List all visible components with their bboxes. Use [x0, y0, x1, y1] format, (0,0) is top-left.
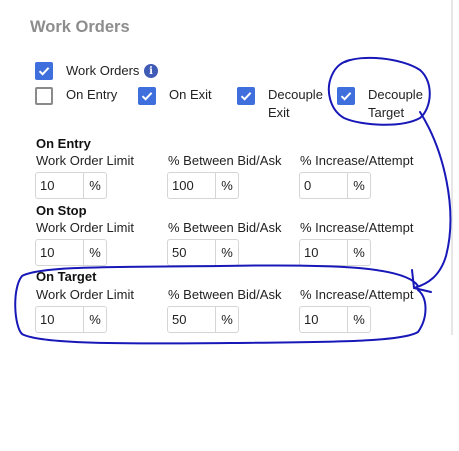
section-title: Work Orders — [30, 18, 130, 36]
on-entry-checkbox[interactable] — [35, 87, 53, 105]
field-value[interactable]: 100 — [168, 173, 215, 198]
decouple-exit-label: Decouple Exit — [268, 87, 323, 120]
info-icon[interactable]: i — [144, 64, 158, 78]
on-entry-limit-field[interactable]: 10 % — [35, 172, 107, 199]
field-value[interactable]: 10 — [300, 240, 347, 265]
on-target-between-field[interactable]: 50 % — [167, 306, 239, 333]
percent-unit: % — [347, 173, 370, 198]
checkmark-icon — [141, 92, 153, 101]
work-order-limit-label: Work Order Limit — [36, 220, 134, 235]
on-target-section-title: On Target — [36, 269, 97, 284]
connector-arrow-line — [413, 111, 452, 289]
between-bid-ask-label: % Between Bid/Ask — [168, 153, 282, 168]
arrow-head — [411, 269, 432, 293]
on-entry-between-field[interactable]: 100 % — [167, 172, 239, 199]
on-entry-increase-field[interactable]: 0 % — [299, 172, 371, 199]
increase-attempt-label: % Increase/Attempt — [300, 220, 414, 235]
on-stop-section-title: On Stop — [36, 203, 87, 218]
percent-unit: % — [347, 240, 370, 265]
on-entry-section-title: On Entry — [36, 136, 91, 151]
on-target-limit-field[interactable]: 10 % — [35, 306, 107, 333]
checkmark-icon — [38, 67, 50, 76]
on-stop-limit-field[interactable]: 10 % — [35, 239, 107, 266]
on-target-increase-field[interactable]: 10 % — [299, 306, 371, 333]
percent-unit: % — [347, 307, 370, 332]
on-stop-increase-field[interactable]: 10 % — [299, 239, 371, 266]
field-value[interactable]: 50 — [168, 240, 215, 265]
between-bid-ask-label: % Between Bid/Ask — [168, 287, 282, 302]
percent-unit: % — [215, 307, 238, 332]
percent-unit: % — [83, 173, 106, 198]
decouple-target-label: Decouple Target — [368, 87, 423, 120]
field-value[interactable]: 10 — [36, 173, 83, 198]
field-value[interactable]: 10 — [36, 240, 83, 265]
field-value[interactable]: 10 — [300, 307, 347, 332]
percent-unit: % — [215, 240, 238, 265]
on-exit-checkbox[interactable] — [138, 87, 156, 105]
between-bid-ask-label: % Between Bid/Ask — [168, 220, 282, 235]
decouple-exit-checkbox[interactable] — [237, 87, 255, 105]
work-order-limit-label: Work Order Limit — [36, 153, 134, 168]
increase-attempt-label: % Increase/Attempt — [300, 153, 414, 168]
on-stop-between-field[interactable]: 50 % — [167, 239, 239, 266]
increase-attempt-label: % Increase/Attempt — [300, 287, 414, 302]
on-entry-label: On Entry — [66, 87, 118, 102]
field-value[interactable]: 50 — [168, 307, 215, 332]
checkmark-icon — [240, 92, 252, 101]
panel-divider — [451, 0, 453, 335]
checkmark-icon — [340, 92, 352, 101]
field-value[interactable]: 0 — [300, 173, 347, 198]
percent-unit: % — [83, 240, 106, 265]
decouple-target-checkbox[interactable] — [337, 87, 355, 105]
field-value[interactable]: 10 — [36, 307, 83, 332]
work-order-limit-label: Work Order Limit — [36, 287, 134, 302]
percent-unit: % — [215, 173, 238, 198]
work-orders-label: Work Orders — [66, 63, 140, 78]
work-orders-checkbox[interactable] — [35, 62, 53, 80]
on-exit-label: On Exit — [169, 87, 212, 102]
percent-unit: % — [83, 307, 106, 332]
